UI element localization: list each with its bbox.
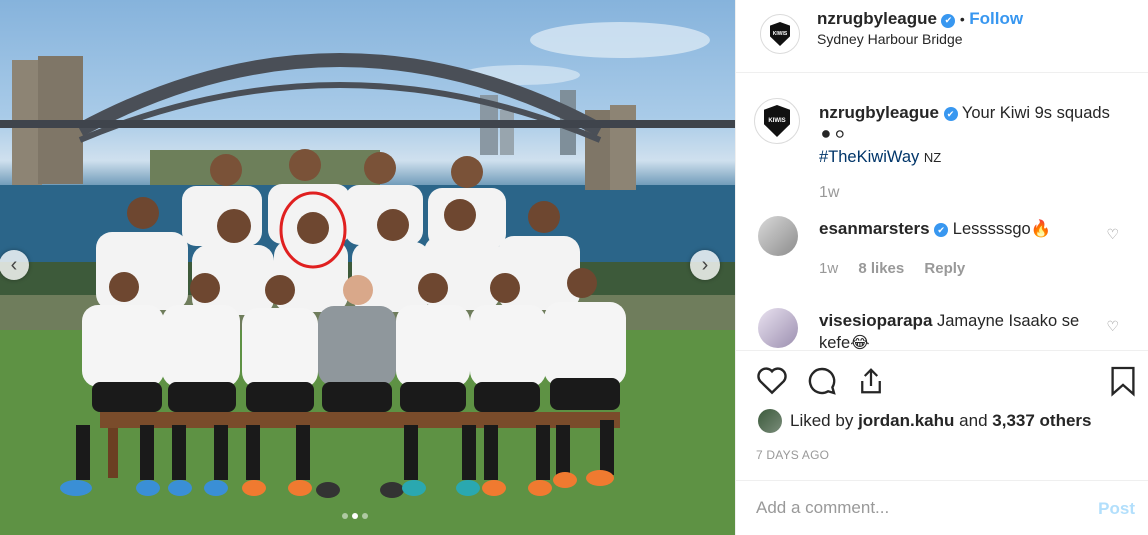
post-actions: Liked by jordan.kahu and 3,337 others 7 … [736, 350, 1148, 535]
carousel-dot [362, 513, 368, 519]
kiwis-logo: KIWIS [770, 22, 790, 46]
carousel-indicator [342, 513, 368, 519]
liked-others[interactable]: 3,337 others [992, 411, 1091, 430]
comment-likes[interactable]: 8 likes [858, 260, 904, 277]
verified-icon: ✔ [934, 223, 949, 237]
carousel-dot [342, 513, 348, 519]
comments-list[interactable]: KIWIS nzrugbyleague ✔ Your Kiwi 9s squad… [736, 74, 1148, 350]
heart-icon[interactable] [756, 365, 788, 400]
caption-emoji: ⚫⚪ [819, 126, 847, 144]
commenter-avatar[interactable] [758, 216, 798, 256]
post-photo[interactable]: ‹ › [0, 0, 735, 535]
comment-item: visesioparapa Jamayne Isaako se kefe😂 ♡ [736, 306, 1148, 350]
comment-like-heart-icon[interactable]: ♡ [1106, 318, 1119, 335]
laugh-emoji: 😂 [850, 334, 870, 350]
caption-username[interactable]: nzrugbyleague [819, 103, 939, 122]
caption: KIWIS nzrugbyleague ✔ Your Kiwi 9s squad… [736, 98, 1148, 201]
account-avatar[interactable]: KIWIS [760, 14, 800, 54]
post-header: KIWIS nzrugbyleague ✔ • Follow Sydney Ha… [736, 0, 1148, 73]
liked-prefix: Liked by [790, 411, 854, 430]
share-icon[interactable] [856, 365, 886, 402]
post-comment-button[interactable]: Post [1098, 499, 1135, 519]
team-photo-illustration [0, 22, 735, 535]
verified-icon: ✔ [941, 13, 956, 28]
liked-mid: and [959, 411, 988, 430]
comment-like-heart-icon[interactable]: ♡ [1106, 226, 1119, 243]
fire-emoji: 🔥 [1030, 220, 1052, 238]
caption-time[interactable]: 1w [819, 184, 839, 202]
flag-text: NZ [923, 150, 942, 165]
location-link[interactable]: Sydney Harbour Bridge [817, 31, 963, 47]
liked-user[interactable]: jordan.kahu [858, 411, 954, 430]
post-timestamp[interactable]: 7 DAYS AGO [756, 448, 829, 462]
post-sidebar: KIWIS nzrugbyleague ✔ • Follow Sydney Ha… [735, 0, 1148, 535]
reply-button[interactable]: Reply [924, 260, 965, 277]
separator-dot: • [959, 11, 965, 27]
comment-composer: Post [736, 480, 1148, 535]
caption-text: Your Kiwi 9s squads [961, 104, 1110, 122]
carousel-dot-active [352, 513, 358, 519]
comment-icon[interactable] [806, 365, 838, 402]
header-username[interactable]: nzrugbyleague [817, 9, 937, 28]
comment-input[interactable] [756, 498, 1076, 518]
caption-avatar[interactable]: KIWIS [754, 98, 800, 144]
comment-username[interactable]: esanmarsters [819, 219, 930, 238]
verified-icon: ✔ [943, 107, 958, 121]
follow-button[interactable]: Follow [969, 9, 1023, 28]
liker-avatar[interactable] [758, 409, 782, 433]
comment-time[interactable]: 1w [819, 260, 838, 277]
bookmark-icon[interactable] [1110, 365, 1136, 402]
comment-item: esanmarsters ✔ Lesssssgo🔥 1w 8 likes Rep… [736, 216, 1148, 286]
hashtag-link[interactable]: #TheKiwiWay [819, 148, 919, 166]
chevron-left-icon[interactable]: ‹ [0, 250, 29, 280]
likes-summary: Liked by jordan.kahu and 3,337 others [758, 409, 1092, 433]
commenter-avatar[interactable] [758, 308, 798, 348]
kiwis-logo: KIWIS [764, 105, 790, 137]
chevron-right-icon[interactable]: › [690, 250, 720, 280]
comment-username[interactable]: visesioparapa [819, 311, 932, 330]
comment-text: Lesssssgo [952, 220, 1031, 238]
